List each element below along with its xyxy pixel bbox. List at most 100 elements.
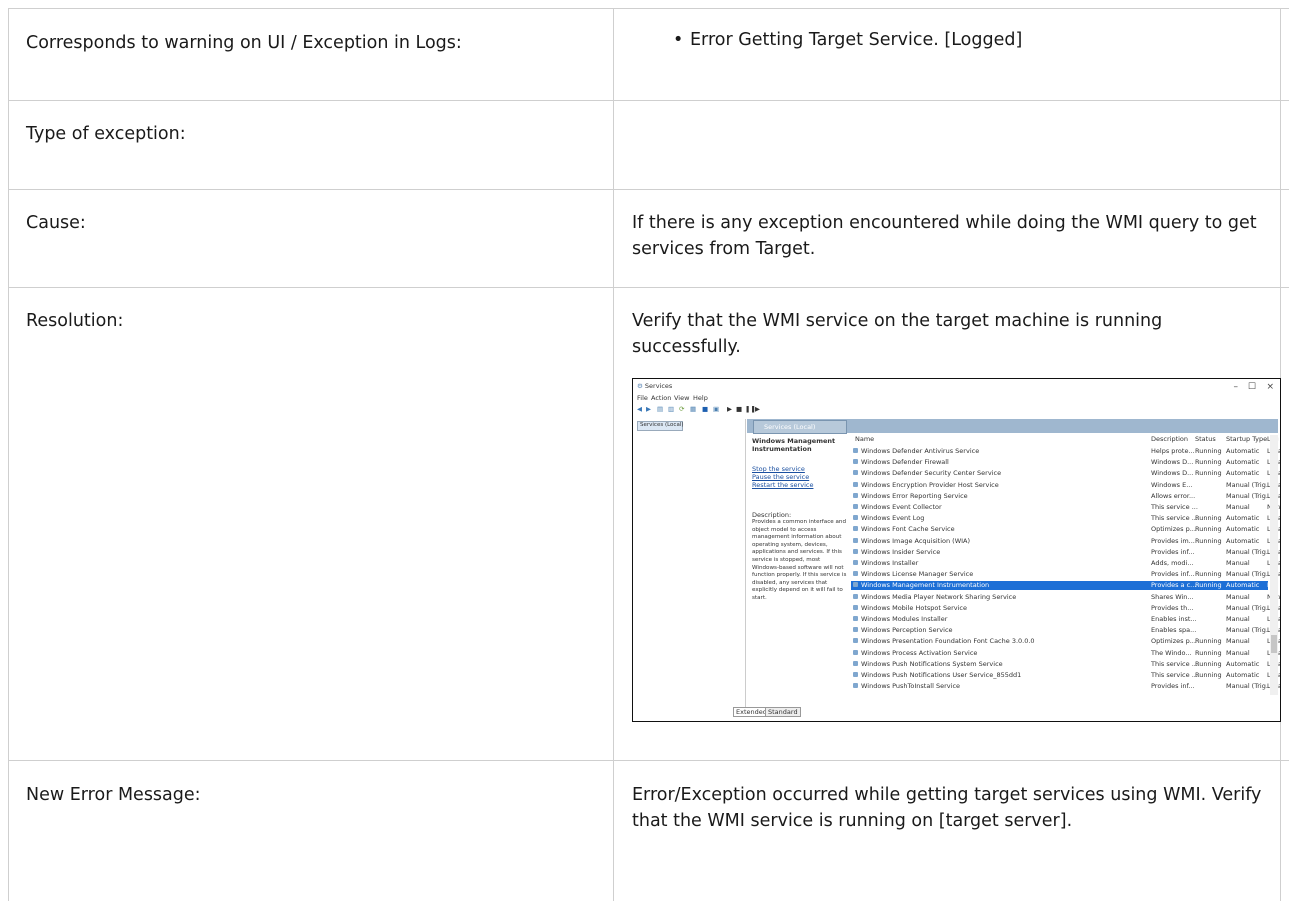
table-row[interactable]: Windows Defender Firewall Windows D... Run… xyxy=(851,458,1280,467)
service-description: Helps prote... xyxy=(1151,447,1195,455)
table-row[interactable]: Windows Process Activation Service The Wi… xyxy=(851,648,1280,658)
list-icon[interactable]: ▥ xyxy=(668,405,674,413)
table-row[interactable]: Windows Defender Antivirus Service Helps … xyxy=(851,447,1280,456)
service-gear-icon xyxy=(853,515,858,521)
table-row[interactable]: Windows Media Player Network Sharing Ser… xyxy=(851,592,1280,602)
column-header-name[interactable]: Name xyxy=(855,435,874,443)
row-label: Type of exception: xyxy=(26,124,186,144)
close-icon[interactable]: × xyxy=(1266,382,1274,392)
table-row[interactable]: Windows Font Cache Service Optimizes p...… xyxy=(851,525,1280,534)
restart-icon[interactable]: ▶ xyxy=(755,405,760,413)
column-header-startup-type[interactable]: Startup Type xyxy=(1226,435,1267,443)
menu-file[interactable]: File xyxy=(637,394,648,402)
service-status: Running xyxy=(1195,469,1222,478)
console-icon[interactable]: ▤ xyxy=(657,405,663,413)
row-divider xyxy=(8,100,1289,101)
service-startup-type: Automatic xyxy=(1226,581,1260,590)
minimize-icon[interactable]: – xyxy=(1234,382,1239,392)
table-row[interactable]: Windows Push Notifications System Servic… xyxy=(851,659,1280,669)
tab-standard[interactable]: Standard xyxy=(765,707,801,717)
maximize-icon[interactable]: ☐ xyxy=(1248,382,1256,392)
pane-header: Services (Local) xyxy=(747,419,1278,434)
service-name: Windows Process Activation Service xyxy=(861,648,978,657)
table-row[interactable]: Windows PushToInstall Service Provides in… xyxy=(851,682,1280,691)
service-description: This service ... xyxy=(1151,659,1198,668)
menu-view[interactable]: View xyxy=(674,394,689,402)
service-name: Windows Defender Security Center Service xyxy=(861,469,1002,478)
forward-icon[interactable]: ▶ xyxy=(646,405,651,413)
table-row[interactable]: Windows Mobile Hotspot Service Provides t… xyxy=(851,603,1280,613)
restart-service-link[interactable]: Restart the service xyxy=(752,481,813,489)
table-row[interactable]: Windows Event Log This service ... Running… xyxy=(851,514,1280,523)
service-startup-type: Automatic xyxy=(1226,469,1260,478)
scrollbar[interactable] xyxy=(1270,435,1278,695)
properties-icon[interactable]: ▣ xyxy=(713,405,719,413)
bullet-item: • Error Getting Target Service. [Logged] xyxy=(673,30,1023,50)
table-row[interactable]: Windows Presentation Foundation Font Cac… xyxy=(851,637,1280,646)
service-name: Windows Mobile Hotspot Service xyxy=(861,603,968,612)
pause-service-link[interactable]: Pause the service xyxy=(752,473,809,481)
service-startup-type: Manual xyxy=(1226,592,1250,601)
stop-icon[interactable]: ■ xyxy=(736,405,742,413)
table-row[interactable]: Windows License Manager Service Provides … xyxy=(851,570,1280,579)
tree-node-services-local[interactable]: Services (Local) xyxy=(637,421,684,431)
row-value: If there is any exception encountered wh… xyxy=(632,213,1257,259)
service-status: Running xyxy=(1195,637,1222,646)
services-list: Name Description Status Startup Type Log… xyxy=(851,435,1280,701)
list-header: Name Description Status Startup Type Log… xyxy=(851,435,1280,444)
service-startup-type: Automatic xyxy=(1226,525,1260,534)
table-row[interactable]: Windows Encryption Provider Host Service… xyxy=(851,481,1280,490)
row-label: New Error Message: xyxy=(26,785,201,805)
play-icon[interactable]: ▶ xyxy=(727,405,732,413)
service-description: Windows D... xyxy=(1151,458,1194,467)
table-row[interactable]: Windows Event Collector This service ... M… xyxy=(851,503,1280,512)
stop-service-link[interactable]: Stop the service xyxy=(752,465,805,473)
service-gear-icon xyxy=(853,649,858,655)
service-description-panel: Windows Management Instrumentation Stop … xyxy=(752,437,850,697)
refresh-icon[interactable]: ⟳ xyxy=(679,405,684,413)
menu-help[interactable]: Help xyxy=(693,394,708,402)
table-row[interactable]: Windows Insider Service Provides inf... Ma… xyxy=(851,547,1280,557)
column-header-status[interactable]: Status xyxy=(1195,435,1216,443)
service-name: Windows Modules Installer xyxy=(861,615,948,623)
service-name: Windows Insider Service xyxy=(861,547,941,556)
back-icon[interactable]: ◀ xyxy=(637,405,642,413)
service-status: Running xyxy=(1195,648,1222,657)
help-icon[interactable]: ■ xyxy=(702,405,708,413)
service-gear-icon xyxy=(853,627,858,633)
pane-header-label: Services (Local) xyxy=(764,423,816,431)
service-gear-icon xyxy=(853,616,858,621)
service-status: Running xyxy=(1195,525,1222,534)
row-label: Resolution: xyxy=(26,311,124,331)
bullet-text: Error Getting Target Service. [Logged] xyxy=(690,30,1023,50)
service-description: Optimizes p... xyxy=(1151,525,1196,534)
service-status: Running xyxy=(1195,659,1222,668)
service-startup-type: Automatic xyxy=(1226,514,1260,523)
service-status: Running xyxy=(1195,458,1222,467)
column-header-description[interactable]: Description xyxy=(1151,435,1188,443)
column-divider xyxy=(613,8,614,901)
table-row[interactable]: Windows InstallerAdds, modi...ManualLoca… xyxy=(851,559,1280,568)
scrollbar-thumb[interactable] xyxy=(1271,635,1277,653)
row-value: Verify that the WMI service on the targe… xyxy=(632,311,1163,357)
menu-action[interactable]: Action xyxy=(651,394,671,402)
service-gear-icon xyxy=(853,526,858,532)
service-startup-type: Manual xyxy=(1226,559,1250,567)
service-gear-icon xyxy=(853,537,858,543)
service-description: Provides th... xyxy=(1151,603,1194,612)
table-row[interactable]: Windows Perception Service Enables spa...… xyxy=(851,626,1280,635)
service-description: This service ... xyxy=(1151,671,1198,679)
table-row[interactable]: Windows Management Instrumentation Provid… xyxy=(851,581,1280,591)
export-icon[interactable]: ▦ xyxy=(690,405,696,413)
service-description: Adds, modi... xyxy=(1151,559,1194,567)
service-startup-type: Automatic xyxy=(1226,536,1260,545)
row-label: Cause: xyxy=(26,213,86,233)
table-row[interactable]: Windows Push Notifications User Service_… xyxy=(851,671,1280,680)
table-row[interactable]: Windows Image Acquisition (WIA) Provides … xyxy=(851,536,1280,546)
service-description: Provides inf... xyxy=(1151,547,1195,556)
table-row[interactable]: Windows Defender Security Center Service… xyxy=(851,469,1280,478)
pane-header-tab: Services (Local) xyxy=(753,420,847,434)
service-name: Windows Push Notifications System Servic… xyxy=(861,659,1003,668)
table-row[interactable]: Windows Modules Installer Enables inst...… xyxy=(851,615,1280,624)
table-row[interactable]: Windows Error Reporting Service Allows er… xyxy=(851,492,1280,501)
